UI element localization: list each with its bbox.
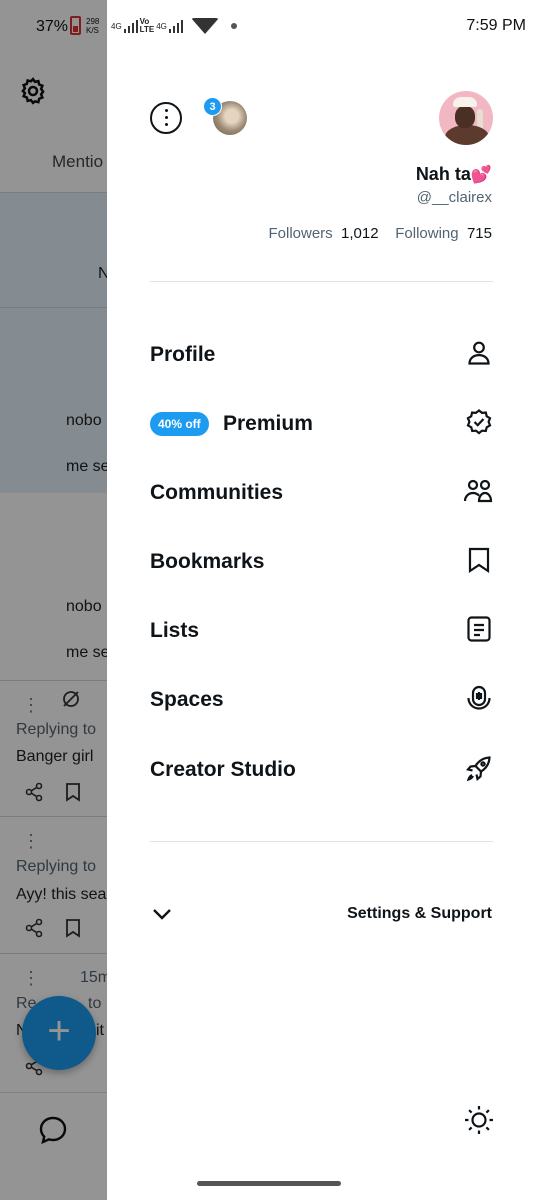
notification-dot-icon — [230, 23, 237, 29]
discount-badge: 40% off — [150, 412, 209, 436]
followers-link[interactable]: Followers 1,012 — [269, 225, 379, 242]
home-indicator — [197, 1181, 341, 1186]
navigation-drawer: 4G Vo LTE 4G 7:59 PM 3 Nah ta💕 @__clairex… — [107, 0, 536, 1200]
signal-icon — [123, 19, 138, 33]
list-icon — [467, 616, 491, 642]
following-link[interactable]: Following 715 — [395, 225, 492, 242]
spaces-mic-icon — [467, 685, 491, 710]
menu-item-premium[interactable]: 40% off Premium — [150, 404, 493, 444]
menu-item-bookmarks[interactable]: Bookmarks — [150, 542, 493, 582]
chevron-down-icon[interactable] — [150, 902, 174, 926]
status-icons: 4G Vo LTE 4G — [111, 14, 237, 38]
more-options-icon[interactable] — [150, 102, 182, 134]
network-type: 4G — [156, 21, 167, 31]
settings-support-button[interactable]: Settings & Support — [347, 905, 492, 923]
divider — [150, 281, 493, 282]
name-emoji: 💕 — [470, 165, 492, 185]
menu-item-label: Creator Studio — [150, 758, 296, 781]
menu-item-creator-studio[interactable]: Creator Studio — [150, 750, 493, 790]
menu-item-spaces[interactable]: Spaces — [150, 680, 493, 720]
menu-item-label: Lists — [150, 619, 200, 642]
menu-item-profile[interactable]: Profile — [150, 335, 493, 375]
signal-icon — [168, 19, 183, 33]
people-icon — [463, 479, 493, 503]
menu-item-label: Bookmarks — [150, 550, 265, 573]
network-type: 4G — [111, 21, 122, 31]
sun-icon[interactable] — [463, 1104, 495, 1136]
profile-avatar[interactable] — [439, 91, 493, 145]
divider — [150, 841, 493, 842]
menu-item-communities[interactable]: Communities — [150, 473, 493, 513]
follow-stats: Followers 1,012 Following 715 — [269, 225, 493, 242]
bookmark-icon — [468, 547, 490, 574]
menu-item-label: Communities — [150, 481, 284, 504]
menu-item-label: Premium — [223, 412, 313, 435]
menu-item-label: Spaces — [150, 688, 224, 711]
rocket-icon — [465, 756, 491, 782]
menu-item-label: Profile — [150, 343, 216, 366]
volte-indicator: Vo LTE — [139, 17, 155, 34]
user-handle: @__clairex — [416, 189, 492, 206]
status-time: 7:59 PM — [466, 17, 526, 34]
notification-badge: 3 — [203, 97, 222, 116]
wifi-icon — [190, 18, 219, 34]
person-icon — [468, 341, 490, 365]
menu-item-lists[interactable]: Lists — [150, 611, 493, 651]
verified-badge-icon — [466, 409, 492, 435]
display-name[interactable]: Nah ta💕 — [416, 164, 492, 185]
scrim-overlay[interactable] — [0, 0, 107, 1200]
